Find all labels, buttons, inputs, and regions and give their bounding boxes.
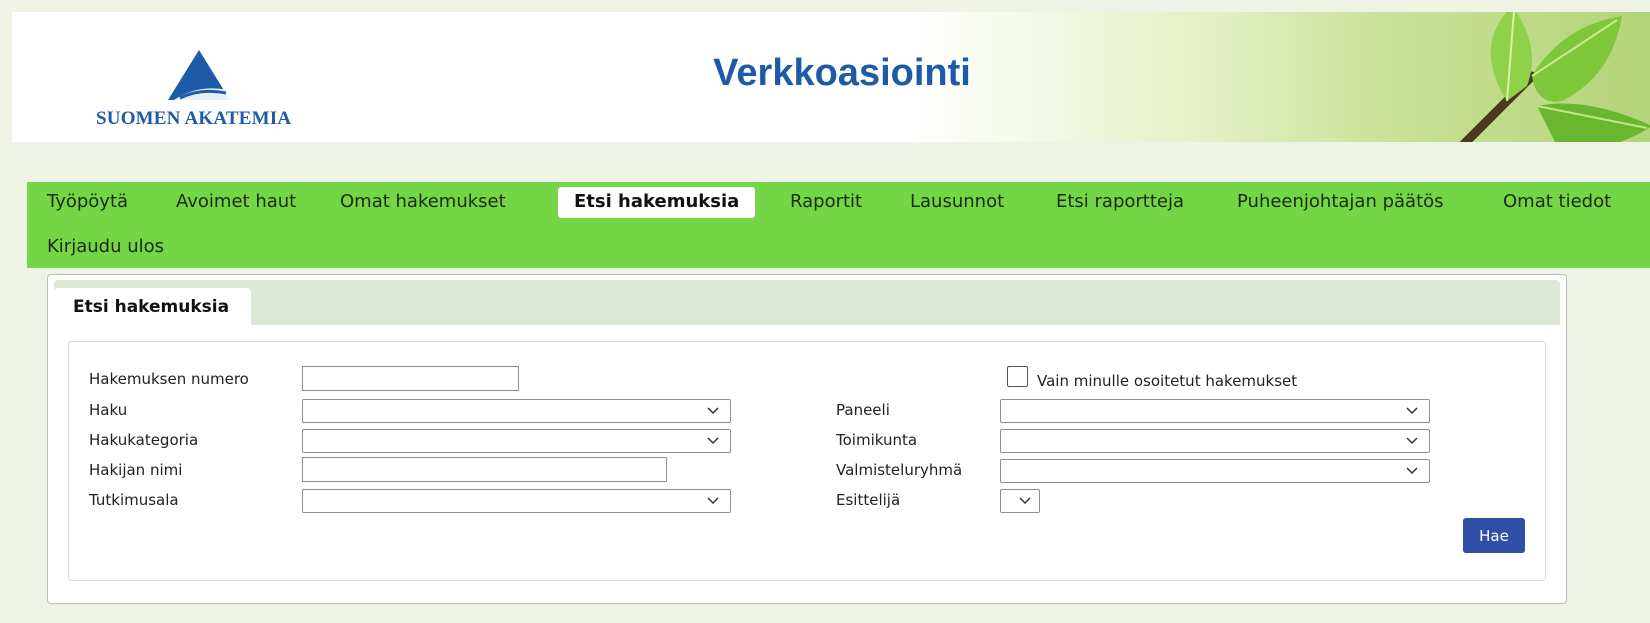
page: SUOMEN AKATEMIA Verkkoasiointi Työpöytä … [0,0,1650,623]
nav-item-lausunnot[interactable]: Lausunnot [894,187,1020,218]
search-button[interactable]: Hae [1463,518,1525,553]
nav-item-puheenjohtajan-paatos[interactable]: Puheenjohtajan päätös [1221,187,1460,218]
application-number-input[interactable] [302,366,519,391]
chevron-down-icon [706,402,720,420]
nav-item-raportit[interactable]: Raportit [774,187,878,218]
toimikunta-select[interactable] [1000,429,1430,453]
chevron-down-icon [1405,462,1419,480]
paneeli-select[interactable] [1000,399,1430,423]
hakukategoria-select[interactable] [302,429,731,453]
hakukategoria-label: Hakukategoria [89,431,199,449]
chevron-down-icon [1405,432,1419,450]
tutkimusala-select[interactable] [302,489,731,513]
tab-etsi-hakemuksia[interactable]: Etsi hakemuksia [54,288,251,325]
valmisteluryhma-label: Valmisteluryhmä [836,461,963,479]
nav-item-omat-tiedot[interactable]: Omat tiedot [1487,187,1627,218]
nav-item-etsi-hakemuksia[interactable]: Etsi hakemuksia [558,187,756,218]
search-form: Hakemuksen numero Haku Hakukategoria Hak… [68,341,1546,581]
nav-item-kirjaudu-ulos[interactable]: Kirjaudu ulos [31,232,180,263]
only-mine-label: Vain minulle osoitetut hakemukset [1037,372,1298,390]
toimikunta-label: Toimikunta [836,431,918,449]
chevron-down-icon [1018,492,1032,510]
esittelija-select[interactable] [1000,489,1040,513]
valmisteluryhma-select[interactable] [1000,459,1430,483]
tutkimusala-label: Tutkimusala [89,491,179,509]
paneeli-label: Paneeli [836,401,890,419]
search-panel: Etsi hakemuksia Hakemuksen numero Haku H… [47,274,1567,604]
nav-item-omat-hakemukset[interactable]: Omat hakemukset [324,187,522,218]
nav-item-tyopoyta[interactable]: Työpöytä [31,187,144,218]
site-header: SUOMEN AKATEMIA Verkkoasiointi [12,12,1650,142]
nav-item-avoimet-haut[interactable]: Avoimet haut [160,187,312,218]
main-nav: Työpöytä Avoimet haut Omat hakemukset Et… [27,182,1650,268]
esittelija-label: Esittelijä [836,491,901,509]
application-number-label: Hakemuksen numero [89,370,249,388]
haku-label: Haku [89,401,128,419]
nav-item-etsi-raportteja[interactable]: Etsi raportteja [1040,187,1200,218]
chevron-down-icon [1405,402,1419,420]
chevron-down-icon [706,492,720,510]
panel-tab-bar: Etsi hakemuksia [54,280,1560,325]
chevron-down-icon [706,432,720,450]
leaf-decoration-icon [1459,12,1650,142]
haku-select[interactable] [302,399,731,423]
applicant-name-label: Hakijan nimi [89,461,183,479]
only-mine-checkbox[interactable] [1007,366,1028,387]
applicant-name-input[interactable] [302,457,667,482]
site-title: Verkkoasiointi [713,52,971,94]
logo-text: SUOMEN AKATEMIA [96,108,292,129]
